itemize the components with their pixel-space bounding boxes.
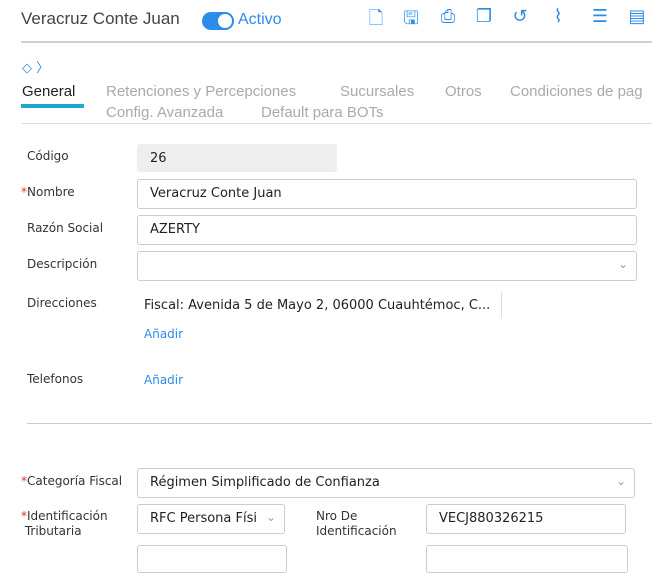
nombre-label-text: Nombre	[27, 185, 75, 199]
idtrib-label-2: Tributaria	[24, 524, 82, 538]
section-divider	[27, 423, 652, 424]
nombre-label: *Nombre	[21, 185, 75, 199]
codigo-label: Código	[27, 149, 69, 163]
next-field-2[interactable]	[426, 545, 628, 573]
idtrib-value: RFC Persona Físi	[150, 511, 257, 526]
tab-general[interactable]: General	[22, 83, 75, 100]
attach-icon[interactable]: ⌇	[548, 6, 568, 28]
categoria-select[interactable]: Régimen Simplificado de Confianza ⌄	[137, 468, 635, 498]
tab-retenciones[interactable]: Retenciones y Percepciones	[106, 83, 296, 100]
tab-otros[interactable]: Otros	[445, 83, 482, 100]
nro-label-2: Identificación	[316, 524, 397, 538]
next-field[interactable]	[137, 545, 287, 573]
categoria-label: *Categoría Fiscal	[21, 474, 123, 488]
tab-sucursales[interactable]: Sucursales	[340, 83, 414, 100]
add-direccion-link[interactable]: Añadir	[144, 327, 183, 341]
direccion-item[interactable]: Fiscal: Avenida 5 de Mayo 2, 06000 Cuauh…	[144, 298, 490, 313]
telefonos-label: Telefonos	[27, 372, 84, 386]
tabs-divider	[21, 123, 652, 124]
nombre-input[interactable]: Veracruz Conte Juan	[137, 179, 637, 209]
chevron-down-icon: ⌄	[617, 257, 628, 271]
descripcion-select[interactable]: ⌄	[137, 251, 637, 281]
direcciones-label: Direcciones	[27, 296, 97, 310]
categoria-label-text: Categoría Fiscal	[27, 474, 123, 488]
idtrib-label: *Identificación Tributaria	[21, 509, 108, 538]
active-toggle[interactable]	[202, 12, 234, 30]
copy-icon[interactable]: ❐	[474, 6, 494, 28]
idtrib-select[interactable]: RFC Persona Físi ⌄	[137, 504, 285, 534]
save-icon[interactable]: 🖫	[401, 6, 421, 29]
page-title: Veracruz Conte Juan	[21, 9, 180, 28]
active-label: Activo	[238, 11, 282, 28]
idtrib-label-1: Identificación	[27, 509, 108, 523]
add-telefono-link[interactable]: Añadir	[144, 373, 183, 387]
chevron-down-icon: ⌄	[615, 474, 626, 488]
report-icon[interactable]: ▤	[627, 6, 647, 28]
tab-default-bots[interactable]: Default para BOTs	[261, 104, 384, 121]
tag-icon[interactable]: ◇ 〉	[22, 57, 49, 76]
divider	[21, 41, 652, 43]
descripcion-label: Descripción	[27, 257, 98, 271]
checklist-icon[interactable]: ☰	[590, 6, 610, 28]
history-icon[interactable]: ↺	[510, 6, 530, 28]
nro-label: Nro De Identificación	[316, 509, 397, 539]
active-tab-indicator	[21, 104, 84, 108]
divider	[501, 292, 502, 318]
razon-label: Razón Social	[27, 221, 104, 235]
nro-input[interactable]: VECJ880326215	[426, 504, 626, 534]
print-icon[interactable]: ⎙	[438, 6, 458, 28]
chevron-down-icon: ⌄	[265, 510, 276, 524]
codigo-field: 26	[137, 144, 337, 172]
tab-config-avanzada[interactable]: Config. Avanzada	[106, 104, 223, 121]
razon-input[interactable]: AZERTY	[137, 215, 637, 245]
categoria-value: Régimen Simplificado de Confianza	[150, 475, 380, 490]
nro-label-1: Nro De	[316, 509, 358, 523]
new-document-icon[interactable]: 🗋	[366, 6, 386, 29]
tab-condiciones[interactable]: Condiciones de pag	[510, 83, 643, 100]
